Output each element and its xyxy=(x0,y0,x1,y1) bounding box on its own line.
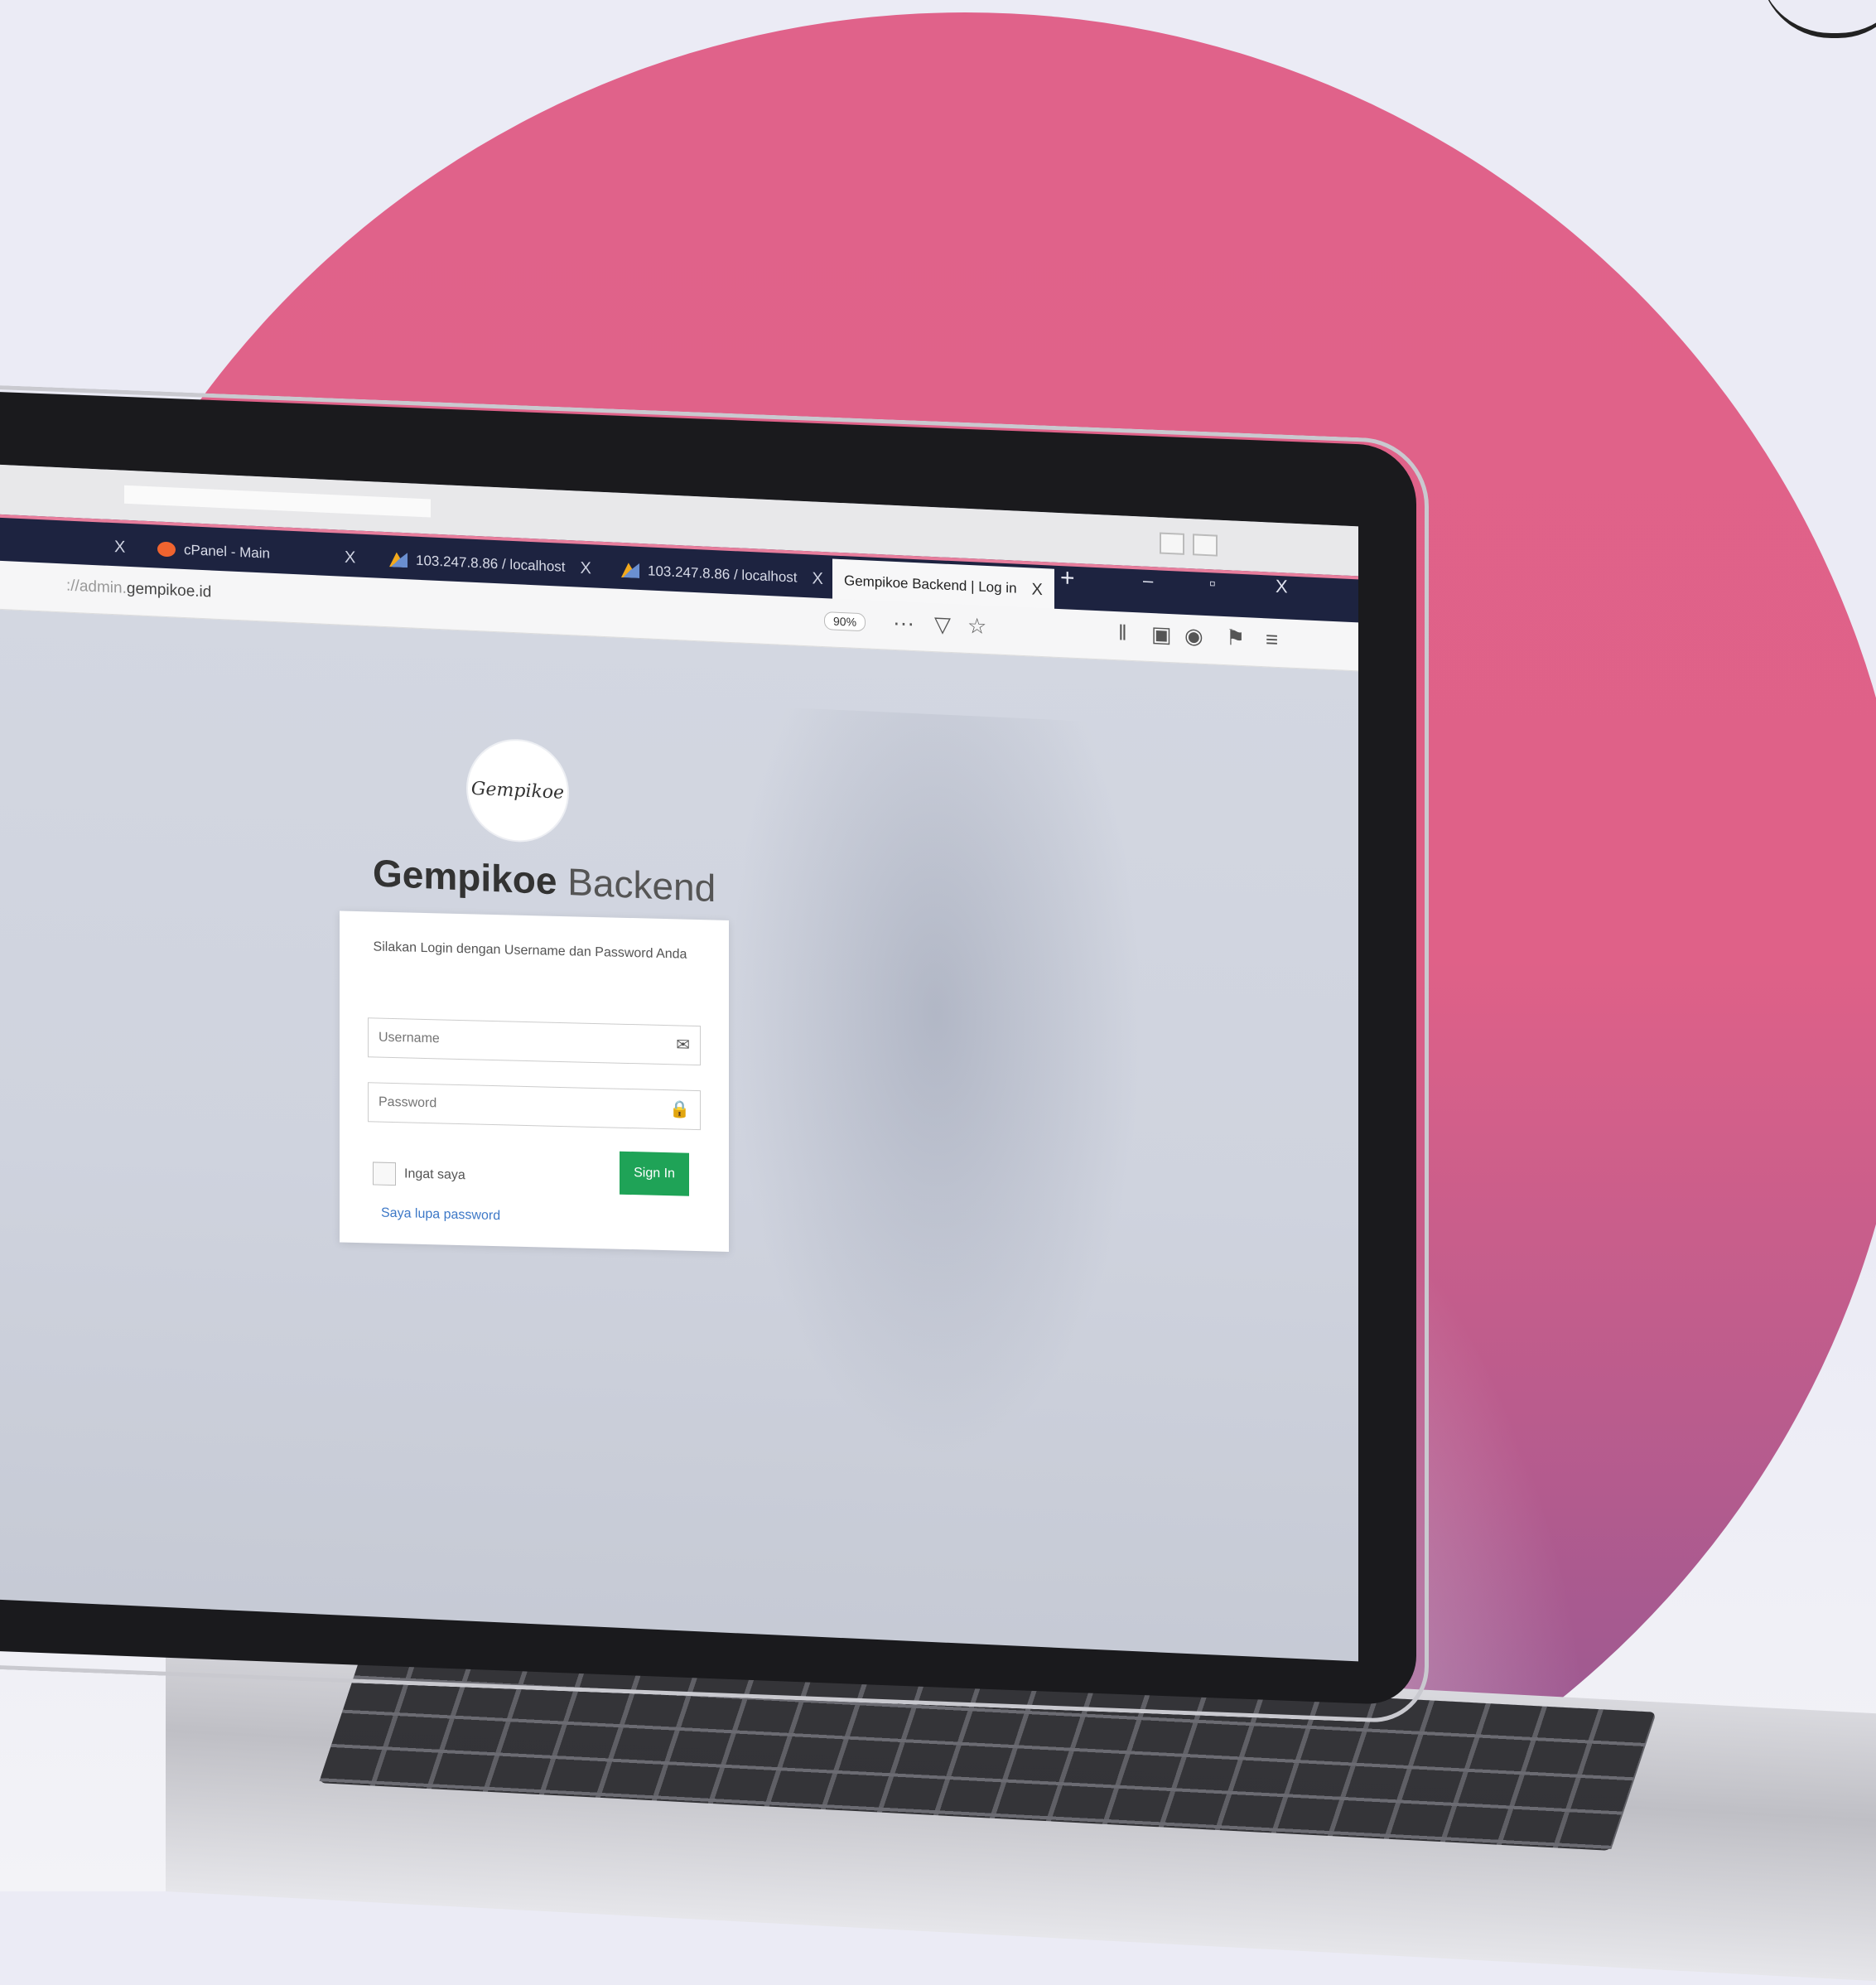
close-icon[interactable]: X xyxy=(581,558,591,578)
address-bar[interactable]: ://admin.gempikoe.id xyxy=(66,577,211,602)
username-input[interactable] xyxy=(369,1018,653,1064)
laptop-screen: X cPanel - Main X 103.247.8.86 / localho… xyxy=(0,464,1358,1662)
close-icon[interactable]: X xyxy=(114,538,125,558)
username-field[interactable]: ✉ xyxy=(368,1017,701,1066)
signin-button[interactable]: Sign In xyxy=(620,1151,689,1196)
library-icon[interactable]: ‖ xyxy=(1118,620,1127,645)
close-icon[interactable]: X xyxy=(813,569,823,589)
close-window-button[interactable]: X xyxy=(1276,576,1288,598)
title-light: Backend xyxy=(567,860,716,910)
tab-label: 103.247.8.86 / localhost xyxy=(416,552,566,575)
url-prefix: ://admin. xyxy=(66,577,127,597)
titlebar-strip xyxy=(124,485,431,518)
pocket-icon[interactable]: ▽ xyxy=(934,611,951,638)
forgot-password-link[interactable]: Saya lupa password xyxy=(381,1206,500,1224)
page-actions-menu-icon[interactable]: ··· xyxy=(893,610,914,636)
title-bold: Gempikoe xyxy=(373,851,557,903)
tab-label: Gempikoe Backend | Log in xyxy=(844,572,1017,596)
remember-me[interactable]: Ingat saya xyxy=(373,1162,465,1187)
bookmark-star-icon[interactable]: ☆ xyxy=(967,613,986,640)
background-photo xyxy=(729,704,1143,1470)
window-icon[interactable] xyxy=(1160,532,1184,555)
remember-label: Ingat saya xyxy=(404,1166,465,1183)
lock-icon: 🔒 xyxy=(669,1100,690,1119)
window-icon[interactable] xyxy=(1193,534,1218,557)
phpmyadmin-icon xyxy=(389,552,408,567)
url-domain: gempikoe.id xyxy=(126,579,212,601)
phpmyadmin-icon xyxy=(621,563,639,578)
logo-text: Gempikoe xyxy=(470,778,565,804)
password-field[interactable]: 🔒 xyxy=(368,1082,701,1131)
account-icon[interactable]: ◉ xyxy=(1184,623,1203,650)
tab-label: cPanel - Main xyxy=(184,541,270,562)
laptop-mockup: X cPanel - Main X 103.247.8.86 / localho… xyxy=(0,0,1876,1985)
minimize-button[interactable]: – xyxy=(1143,570,1153,592)
remember-checkbox[interactable] xyxy=(373,1162,396,1186)
login-message: Silakan Login dengan Username dan Passwo… xyxy=(373,939,687,962)
new-tab-button[interactable]: + xyxy=(1060,564,1075,593)
password-input[interactable] xyxy=(369,1083,653,1128)
close-icon[interactable]: X xyxy=(1032,580,1043,600)
hamburger-menu-icon[interactable]: ≡ xyxy=(1266,626,1278,653)
cpanel-icon xyxy=(157,541,176,558)
zoom-indicator[interactable]: 90% xyxy=(824,611,866,632)
maximize-button[interactable]: ▫ xyxy=(1209,572,1216,594)
tab-prev-close[interactable]: X xyxy=(99,529,125,564)
extension-icon[interactable]: ⚑ xyxy=(1226,625,1245,651)
sidebar-icon[interactable]: ▣ xyxy=(1151,621,1172,648)
close-icon[interactable]: X xyxy=(345,548,355,567)
login-card: Silakan Login dengan Username dan Passwo… xyxy=(340,910,729,1252)
tab-label: 103.247.8.86 / localhost xyxy=(648,563,798,586)
logo: Gempikoe xyxy=(468,738,567,843)
page-title: Gempikoe Backend xyxy=(373,850,716,910)
envelope-icon: ✉ xyxy=(676,1036,690,1055)
